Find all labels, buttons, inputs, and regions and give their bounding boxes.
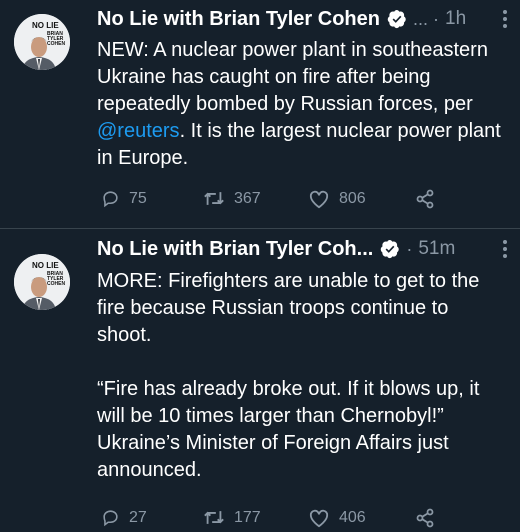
heart-icon	[309, 509, 329, 528]
tweet-text-part: NEW: A nuclear power plant in southeaste…	[97, 39, 488, 115]
tweet-text: NEW: A nuclear power plant in southeaste…	[97, 37, 507, 172]
more-options-icon[interactable]	[502, 9, 508, 29]
author-name[interactable]: No Lie with Brian Tyler Coh...	[97, 238, 373, 261]
author-name[interactable]: No Lie with Brian Tyler Cohen	[97, 8, 380, 31]
like-count: 406	[339, 509, 366, 526]
avatar[interactable]: NO LIE BRIAN TYLER COHEN	[14, 254, 70, 310]
share-button[interactable]	[415, 189, 444, 209]
reply-button[interactable]: 27	[101, 508, 147, 527]
timestamp[interactable]: 51m	[418, 238, 455, 260]
svg-text:NO LIE: NO LIE	[32, 261, 59, 270]
tweet-paragraph: “Fire has already broke out. If it blows…	[97, 378, 480, 481]
share-button[interactable]	[415, 508, 444, 528]
reply-count: 27	[129, 508, 147, 526]
like-button[interactable]: 406	[308, 508, 366, 528]
mention-link[interactable]: @reuters	[97, 120, 180, 142]
reply-icon	[103, 510, 118, 527]
retweet-icon	[204, 511, 224, 524]
tweet-paragraph: MORE: Firefighters are unable to get to …	[97, 270, 480, 346]
header-separator: ·	[406, 238, 413, 259]
heart-icon	[309, 190, 329, 209]
tweet-divider	[0, 228, 520, 229]
svg-text:COHEN: COHEN	[47, 281, 65, 287]
retweet-button[interactable]: 177	[203, 508, 261, 527]
more-options-icon[interactable]	[502, 239, 508, 259]
like-button[interactable]: 806	[308, 189, 366, 209]
svg-text:COHEN: COHEN	[47, 41, 65, 47]
header-separator: ... ·	[413, 8, 439, 29]
timestamp[interactable]: 1h	[445, 8, 466, 30]
reply-button[interactable]: 75	[101, 189, 147, 208]
verified-badge-icon	[381, 240, 400, 259]
reply-icon	[103, 191, 118, 208]
tweet-header: No Lie with Brian Tyler Coh... · 51m	[97, 234, 455, 264]
retweet-count: 177	[234, 508, 261, 526]
retweet-icon	[204, 192, 224, 205]
reply-count: 75	[129, 189, 147, 207]
svg-text:NO LIE: NO LIE	[32, 21, 59, 30]
like-count: 806	[339, 190, 366, 207]
tweet-header: No Lie with Brian Tyler Cohen ... · 1h	[97, 4, 466, 34]
retweet-count: 367	[234, 189, 261, 207]
share-icon	[416, 508, 434, 528]
share-icon	[416, 189, 434, 209]
retweet-button[interactable]: 367	[203, 189, 261, 208]
tweet-text: MORE: Firefighters are unable to get to …	[97, 268, 507, 484]
avatar[interactable]: NO LIE BRIAN TYLER COHEN	[14, 14, 70, 70]
verified-badge-icon	[387, 10, 406, 29]
